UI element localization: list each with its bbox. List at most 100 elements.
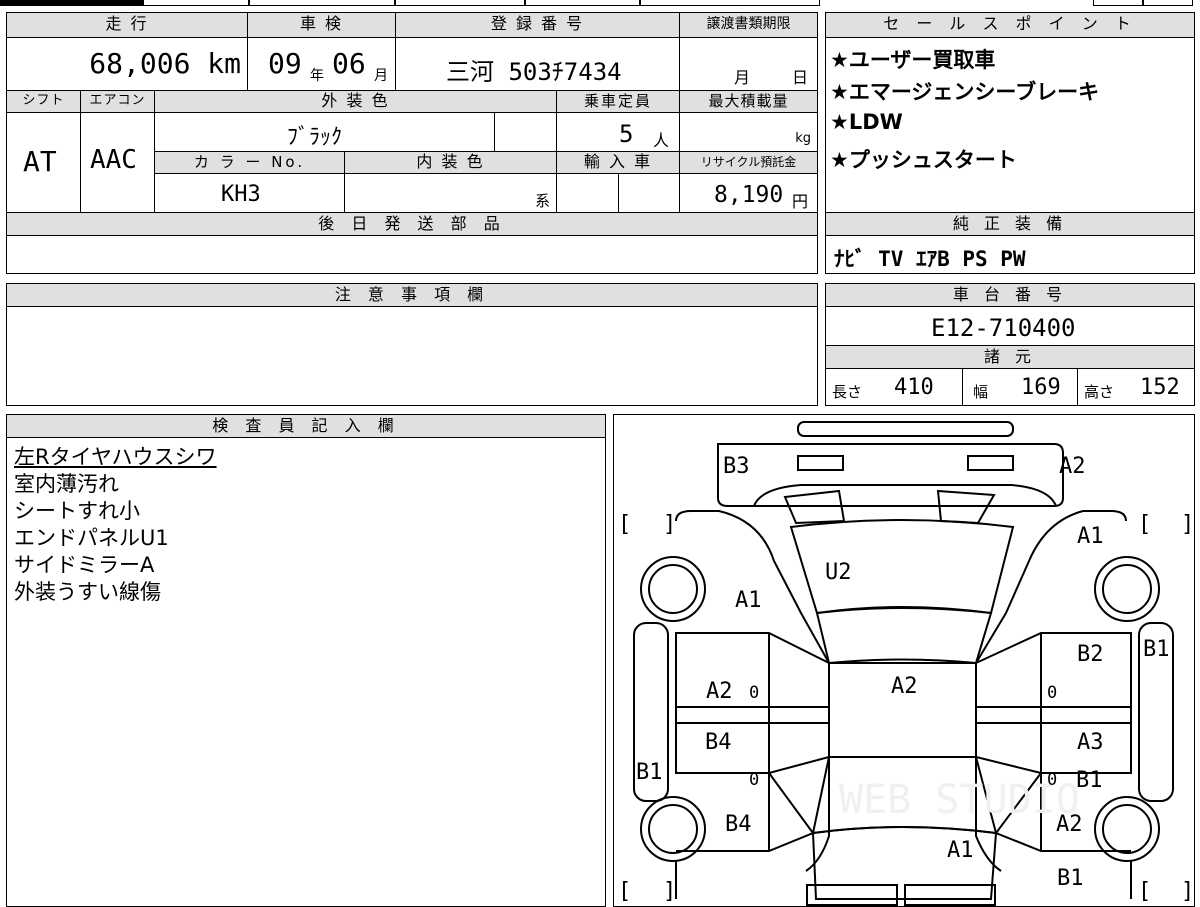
aircon-cell: AAC [80,112,155,213]
shift-value: AT [23,145,57,178]
mark-a3: A3 [1077,730,1104,755]
bracket-right-top: ] [663,512,676,537]
parts-later-cell [6,235,818,274]
mark-b1-bottom: B1 [1057,866,1084,891]
mark-a2-center: A2 [891,674,918,699]
exterior-color-extra-cell [494,112,557,152]
sales-points-body: ★ユーザー買取車 ★エマージェンシーブレーキ ★LDW ★プッシュスタート [825,37,1195,213]
bracket-right-bottom-r: ] [1181,879,1194,904]
sales-points-header: セ ー ル ス ポ イ ン ト [825,12,1195,38]
genuine-equipment-cell: ﾅﾋﾞ TV ｴｱB PS PW [825,235,1195,274]
mark-a2-right-low: A2 [1056,812,1083,837]
chassis-cell: E12-710400 [825,306,1195,346]
registration-value: 三河 503ﾁ7434 [446,58,622,86]
specs-header: 諸 元 [825,345,1195,369]
bracket-left-bottom-r: [ [1138,879,1151,904]
inspection-year: 09 [268,47,302,80]
mark-u2: U2 [825,560,852,585]
parts-later-header: 後 日 発 送 部 品 [6,212,818,236]
mark-zero: 0 [749,683,759,703]
mark-b1-right-top: B1 [1143,637,1170,662]
chassis-value: E12-710400 [931,314,1076,342]
watermark: WEB STUDIO [839,777,1080,823]
spec-width-value: 169 [1021,375,1061,400]
mark-b2: B2 [1077,642,1104,667]
inspector-line: 外装うすい線傷 [14,580,161,604]
exterior-color-header: 外 装 色 [154,90,557,113]
sales-point-item: ★ユーザー買取車 [830,48,996,72]
notes-header: 注 意 事 項 欄 [6,283,818,307]
sales-point-item: ★プッシュスタート [830,148,1017,172]
exterior-color-cell: ﾌﾞﾗｯｸ [154,112,495,152]
mark-a2-top: A2 [1059,454,1086,479]
mark-b1-right-mid: B1 [1076,768,1103,793]
color-no-header: カ ラ ー No. [154,151,345,174]
bracket-right-bottom: ] [663,879,676,904]
spec-height-label: 高さ [1084,383,1115,401]
mark-zero: 0 [1047,770,1057,790]
spec-height-value: 152 [1140,375,1180,400]
mileage-cell: 68,006 km [6,37,248,91]
recycle-value: 8,190 [714,182,784,208]
transfer-month-unit: 月 [734,68,751,87]
spec-width-label: 幅 [973,383,989,401]
recycle-unit: 円 [792,192,809,211]
transfer-deadline-header: 譲渡書類期限 [679,12,818,38]
mark-zero: 0 [1047,683,1057,703]
mark-a1-left: A1 [735,588,762,613]
spec-width-cell: 幅 169 [962,368,1078,406]
mark-b4: B4 [705,730,732,755]
genuine-equipment-value: ﾅﾋﾞ TV ｴｱB PS PW [834,247,1026,271]
spec-length-cell: 長さ 410 [825,368,963,406]
color-no-cell: KH3 [154,173,345,213]
sales-point-item: ★LDW [830,110,903,134]
inspection-year-unit: 年 [310,68,324,84]
inspection-month: 06 [332,47,366,80]
shift-cell: AT [6,112,81,213]
aircon-value: AAC [90,145,137,175]
import-cell-a [556,173,619,213]
interior-color-cell: 系 [344,173,557,213]
inspector-line: エンドパネルU1 [14,526,169,550]
inspector-line: 左Rタイヤハウスシワ [14,445,217,469]
bracket-left-top-r: [ [1138,512,1151,537]
mark-zero: 0 [749,770,759,790]
mark-a1-right: A1 [1077,524,1104,549]
color-no-value: KH3 [221,182,261,207]
interior-color-header: 内 装 色 [344,151,557,174]
inspector-header: 検 査 員 記 入 欄 [6,414,606,438]
spec-length-label: 長さ [832,383,863,401]
inspector-line: サイドミラーA [14,553,155,577]
car-outline-svg: WEB STUDIO [ ] [ ] [ ] [ ] B3 A2 A1 U2 A… [618,421,1194,906]
mileage-value: 68,006 km [89,47,241,80]
inspector-line: 室内薄汚れ [14,472,119,496]
inspection-cell: 09 年 06 月 [247,37,396,91]
max-load-header: 最大積載量 [679,90,818,113]
exterior-color-value: ﾌﾞﾗｯｸ [287,125,343,150]
max-load-unit: kg [795,131,811,146]
notes-body [6,306,818,406]
registration-header: 登 録 番 号 [395,12,680,38]
bracket-left-top: [ [618,512,631,537]
sales-point-item: ★エマージェンシーブレーキ [830,80,1100,104]
inspector-body: 左Rタイヤハウスシワ 室内薄汚れ シートすれ小 エンドパネルU1 サイドミラーA… [6,437,606,907]
inspection-header: 車 検 [247,12,396,38]
aircon-header: エアコン [80,90,155,113]
spec-height-cell: 高さ 152 [1077,368,1195,406]
interior-color-suffix: 系 [534,192,550,210]
mark-a1-bottom: A1 [947,838,974,863]
spec-length-value: 410 [894,375,934,400]
inspection-month-unit: 月 [374,68,388,84]
capacity-cell: 5 人 [556,112,680,152]
chassis-header: 車 台 番 号 [825,283,1195,307]
transfer-deadline-cell: 月 日 [679,37,818,91]
import-cell-b [618,173,680,213]
shift-header: シフト [6,90,81,113]
bracket-left-bottom: [ [618,879,631,904]
max-load-cell: kg [679,112,818,152]
recycle-header: リサイクル預託金 [679,151,818,174]
mark-b4-low: B4 [725,812,752,837]
capacity-header: 乗車定員 [556,90,680,113]
recycle-cell: 8,190 円 [679,173,818,213]
mileage-header: 走 行 [6,12,248,38]
